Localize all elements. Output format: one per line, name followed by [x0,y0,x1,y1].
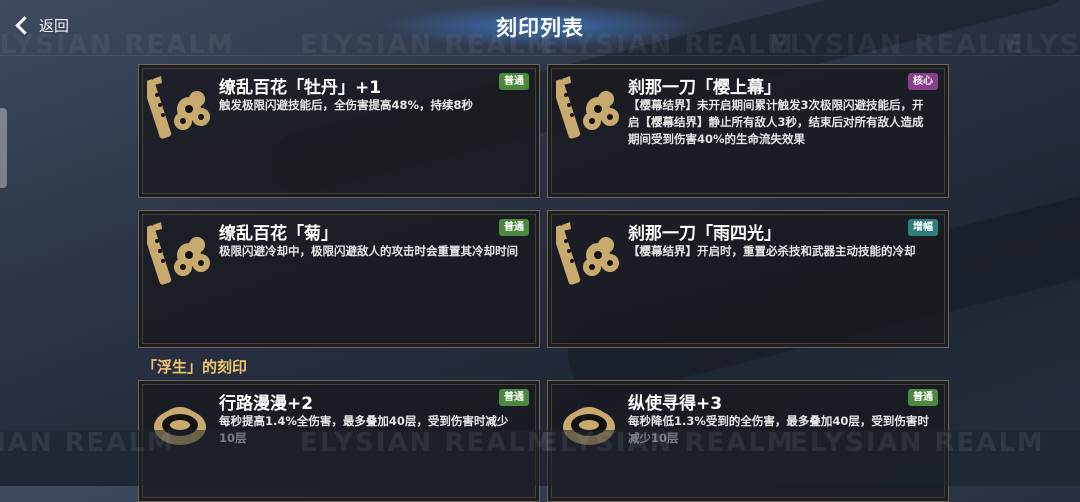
sword-flower-icon [147,222,210,285]
watermark-text: ELYSIAN REALM [790,428,1045,458]
watermark-text: ELYSIAN REALM [540,428,795,458]
watermark-text: ELYSIAN REALM [300,428,555,458]
sword-flower-icon [556,222,619,285]
card-title: 缭乱百花「牡丹」+1 [219,78,382,98]
rarity-badge: 普通 [908,389,938,406]
card-item[interactable]: 缭乱百花「菊」 极限闪避冷却中，极限闪避敌人的攻击时会重置其冷却时间 普通 [138,210,540,348]
card-title: 刹那一刀「樱上幕」 [628,78,781,98]
card-title: 行路漫漫+2 [219,394,314,414]
page-title: 刻印列表 [496,16,584,40]
card-description: 极限闪避冷却中，极限闪避敌人的攻击时会重置其冷却时间 [219,244,518,258]
rarity-badge: 核心 [908,73,938,90]
sword-flower-icon [147,76,210,139]
card-title: 缭乱百花「菊」 [219,224,338,244]
rarity-badge: 普通 [499,389,529,406]
card-description: 【樱幕结界】开启时，重置必杀技和武器主动技能的冷却 [628,244,916,258]
rarity-badge: 普通 [499,219,529,236]
rarity-badge: 增幅 [908,219,938,236]
card-item[interactable]: 刹那一刀「雨四光」 【樱幕结界】开启时，重置必杀技和武器主动技能的冷却 增幅 [547,210,949,348]
card-description: 触发极限闪避技能后，全伤害提高48%，持续8秒 [219,98,474,112]
section-heading: 「浮生」的刻印 [142,358,248,376]
side-drawer-handle[interactable] [0,108,7,188]
card-item[interactable]: 刹那一刀「樱上幕」 【樱幕结界】未开启期间累计触发3次极限闪避技能后，开启【樱幕… [547,64,949,198]
header-divider [0,55,1080,56]
watermark-text: ELYSIAN REALM [0,428,175,458]
card-title: 刹那一刀「雨四光」 [628,224,781,244]
rarity-badge: 普通 [499,73,529,90]
card-description: 【樱幕结界】未开启期间累计触发3次极限闪避技能后，开启【樱幕结界】静止所有敌人3… [628,98,924,146]
sword-flower-icon [556,76,619,139]
header-bar: 返回 刻印列表 [0,0,1080,56]
card-title: 纵使寻得+3 [628,394,723,414]
card-item[interactable]: 缭乱百花「牡丹」+1 触发极限闪避技能后，全伤害提高48%，持续8秒 普通 [138,64,540,198]
